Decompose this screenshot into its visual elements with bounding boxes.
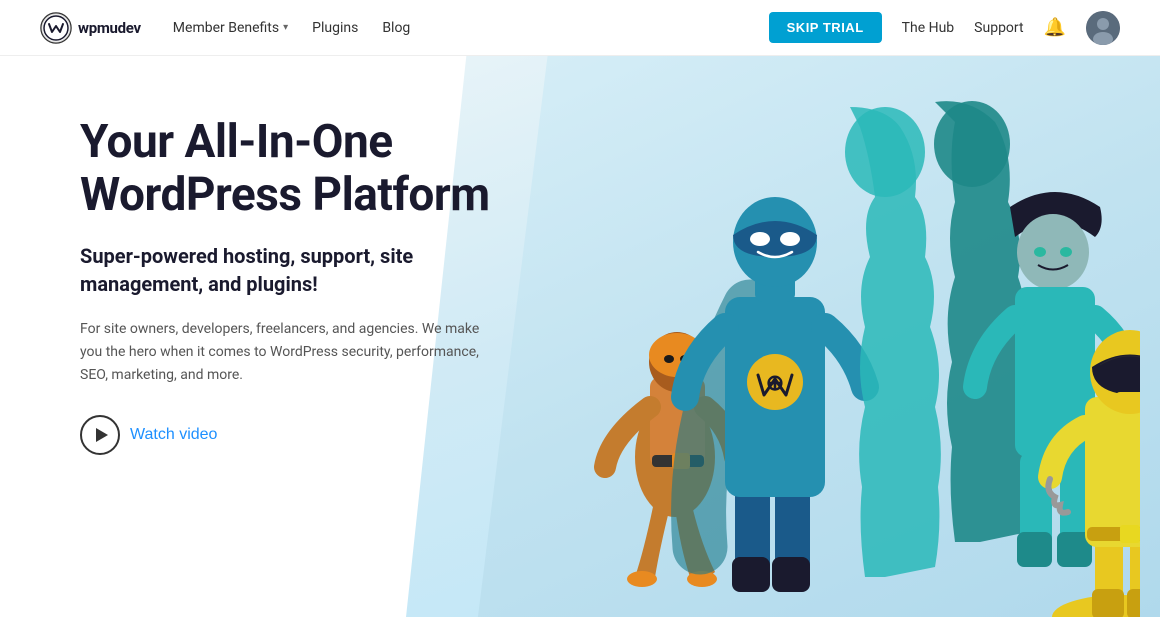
logo-text: wpmudev (78, 19, 141, 37)
logo-link[interactable]: ⊕ wpmudev (40, 12, 141, 44)
nav-right: SKIP TRIAL The Hub Support 🔔 (769, 11, 1120, 45)
nav-member-benefits[interactable]: Member Benefits ▾ (173, 20, 288, 36)
svg-text:⊕: ⊕ (766, 370, 784, 395)
play-circle-icon (80, 415, 120, 455)
notification-bell-icon[interactable]: 🔔 (1044, 17, 1066, 38)
hero-content: Your All-In-One WordPress Platform Super… (0, 56, 520, 455)
chevron-down-icon: ▾ (283, 22, 288, 33)
support-link[interactable]: Support (974, 20, 1023, 36)
hero-section: Your All-In-One WordPress Platform Super… (0, 56, 1160, 617)
hero-main-blue: ⊕ (685, 197, 865, 592)
superheroes-svg: ⊕ (560, 97, 1140, 617)
avatar-image (1086, 11, 1120, 45)
nav-links: Member Benefits ▾ Plugins Blog (173, 20, 769, 36)
hero-subtitle: Super-powered hosting, support, site man… (80, 242, 520, 298)
logo-icon: ⊕ (40, 12, 72, 44)
watch-video-label: Watch video (130, 426, 217, 444)
nav-blog[interactable]: Blog (382, 20, 410, 36)
hero-illustration: ⊕ (560, 97, 1140, 617)
navbar: ⊕ wpmudev Member Benefits ▾ Plugins Blog… (0, 0, 1160, 56)
watch-video-button[interactable]: Watch video (80, 415, 217, 455)
hero-description: For site owners, developers, freelancers… (80, 318, 500, 387)
user-avatar[interactable] (1086, 11, 1120, 45)
nav-plugins[interactable]: Plugins (312, 20, 358, 36)
hero-title: Your All-In-One WordPress Platform (80, 116, 520, 222)
play-triangle-icon (96, 428, 108, 442)
the-hub-link[interactable]: The Hub (902, 20, 955, 36)
hero-teal-silhouette (845, 107, 941, 577)
skip-trial-button[interactable]: SKIP TRIAL (769, 12, 882, 43)
